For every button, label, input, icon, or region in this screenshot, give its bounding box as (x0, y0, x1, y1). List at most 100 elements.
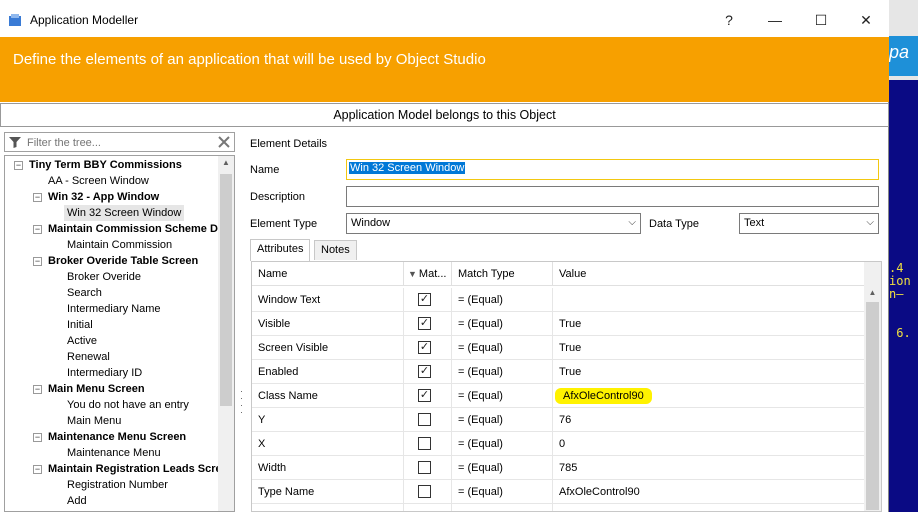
data-type-dropdown[interactable]: Text ⌵ (739, 213, 879, 234)
tree-leaf[interactable]: Add (67, 493, 87, 509)
match-type-cell[interactable]: = (Equal) (452, 480, 553, 504)
attribute-row[interactable]: X = (Equal) 0 (252, 432, 865, 456)
attribute-row[interactable]: Visible ✓ = (Equal) True (252, 312, 865, 336)
tree-collapse-icon[interactable]: − (33, 225, 42, 234)
scroll-up-icon[interactable]: ▲ (218, 158, 234, 172)
attribute-value[interactable] (553, 288, 865, 312)
tree-leaf[interactable]: You do not have an entry (67, 397, 189, 413)
column-header-match[interactable]: ▼ Mat... (404, 262, 452, 286)
attribute-value[interactable] (553, 504, 865, 511)
tree-node[interactable]: Tiny Term BBY Commissions (29, 157, 182, 173)
match-cell (404, 408, 452, 432)
tree-scrollbar[interactable]: ▲ (218, 156, 234, 511)
match-checkbox[interactable]: ✓ (418, 341, 431, 354)
tree-collapse-icon[interactable]: − (33, 433, 42, 442)
description-field[interactable] (346, 186, 879, 207)
tree-leaf[interactable]: Renewal (67, 349, 110, 365)
attribute-row[interactable]: Width = (Equal) 785 (252, 456, 865, 480)
match-type-cell[interactable] (452, 504, 553, 511)
tree-collapse-icon[interactable]: − (14, 161, 23, 170)
attribute-value[interactable]: True (553, 312, 865, 336)
match-type-cell[interactable]: = (Equal) (452, 432, 553, 456)
attribute-row[interactable]: Type Name = (Equal) AfxOleControl90 (252, 480, 865, 504)
tree-collapse-icon[interactable]: − (33, 465, 42, 474)
tree-collapse-icon[interactable]: − (33, 193, 42, 202)
tree-collapse-icon[interactable]: − (33, 257, 42, 266)
match-cell: ✓ (404, 360, 452, 384)
help-button[interactable]: ? (706, 6, 752, 34)
tree-node[interactable]: Main Menu Screen (48, 381, 145, 397)
grid-scrollbar[interactable]: ▲ (864, 262, 881, 511)
tab-notes[interactable]: Notes (314, 240, 357, 260)
match-checkbox[interactable] (418, 437, 431, 450)
tree-node[interactable]: Maintain Commission Scheme Da (48, 221, 224, 237)
tree-leaf[interactable]: AA - Screen Window (48, 173, 149, 189)
tree-leaf[interactable]: Win 32 Screen Window (64, 205, 185, 221)
tree-leaf[interactable]: Initial (67, 317, 93, 333)
name-label: Name (250, 164, 280, 176)
name-field[interactable]: Win 32 Screen Window (346, 159, 879, 180)
attribute-row[interactable]: Screen Visible ✓ = (Equal) True (252, 336, 865, 360)
match-checkbox[interactable]: ✓ (418, 293, 431, 306)
column-header-match-type[interactable]: Match Type (452, 262, 553, 286)
attribute-value[interactable]: 785 (553, 456, 865, 480)
panel-splitter[interactable]: · · · · (240, 387, 244, 418)
match-checkbox[interactable] (418, 461, 431, 474)
attribute-value[interactable]: True (553, 336, 865, 360)
tab-attributes[interactable]: Attributes (250, 239, 311, 261)
clear-filter-icon[interactable] (216, 134, 232, 150)
sort-filter-icon: ▼ (408, 269, 417, 279)
column-header-value[interactable]: Value (553, 262, 865, 286)
tree-leaf[interactable]: Intermediary ID (67, 365, 142, 381)
tree-leaf[interactable]: Maintain Commission (67, 237, 172, 253)
attribute-row[interactable]: Enabled ✓ = (Equal) True (252, 360, 865, 384)
attribute-name: Visible (252, 312, 404, 336)
match-type-cell[interactable]: = (Equal) (452, 384, 553, 408)
tree-leaf[interactable]: Search (67, 285, 102, 301)
attribute-row[interactable] (252, 504, 865, 511)
scroll-up-icon[interactable]: ▲ (864, 288, 881, 300)
tree-leaf[interactable]: Main Menu (67, 413, 121, 429)
match-checkbox[interactable] (418, 485, 431, 498)
match-type-cell[interactable]: = (Equal) (452, 288, 553, 312)
attribute-value[interactable]: AfxOleControl90 (553, 384, 865, 408)
match-type-cell[interactable]: = (Equal) (452, 360, 553, 384)
match-type-cell[interactable]: = (Equal) (452, 408, 553, 432)
element-type-dropdown[interactable]: Window ⌵ (346, 213, 641, 234)
minimize-button[interactable]: — (752, 6, 798, 34)
belongs-to-object-button[interactable]: Application Model belongs to this Object (0, 103, 889, 127)
attribute-row[interactable]: Window Text ✓ = (Equal) (252, 288, 865, 312)
tree-node[interactable]: Maintenance Menu Screen (48, 429, 186, 445)
application-modeller-window: Application Modeller ? — ☐ ✕ Define the … (0, 0, 889, 512)
tree-leaf[interactable]: Active (67, 333, 97, 349)
attribute-value[interactable]: AfxOleControl90 (553, 480, 865, 504)
match-checkbox[interactable]: ✓ (418, 317, 431, 330)
tree-leaf[interactable]: Intermediary Name (67, 301, 161, 317)
tree-scroll-thumb[interactable] (220, 174, 232, 406)
column-header-name[interactable]: Name (252, 262, 404, 286)
match-checkbox[interactable] (418, 413, 431, 426)
match-cell (404, 456, 452, 480)
match-type-cell[interactable]: = (Equal) (452, 336, 553, 360)
attribute-value[interactable]: True (553, 360, 865, 384)
attribute-row[interactable]: Y = (Equal) 76 (252, 408, 865, 432)
match-checkbox[interactable]: ✓ (418, 365, 431, 378)
match-type-cell[interactable]: = (Equal) (452, 312, 553, 336)
tree-leaf[interactable]: Maintenance Menu (67, 445, 161, 461)
tree-collapse-icon[interactable]: − (33, 385, 42, 394)
tree-leaf[interactable]: Broker Overide (67, 269, 141, 285)
attribute-value[interactable]: 76 (553, 408, 865, 432)
tree-node[interactable]: Broker Overide Table Screen (48, 253, 198, 269)
tree-node[interactable]: Maintain Registration Leads Scre (48, 461, 222, 477)
tree-node[interactable]: Win 32 - App Window (48, 189, 159, 205)
close-button[interactable]: ✕ (843, 6, 889, 34)
tree-filter-input[interactable] (27, 135, 217, 150)
grid-scroll-thumb[interactable] (866, 302, 879, 510)
attribute-value[interactable]: 0 (553, 432, 865, 456)
maximize-button[interactable]: ☐ (798, 6, 844, 34)
tree-leaf[interactable]: Registration Number (67, 477, 168, 493)
attribute-row[interactable]: Class Name ✓ = (Equal) AfxOleControl90 (252, 384, 865, 408)
match-type-cell[interactable]: = (Equal) (452, 456, 553, 480)
data-type-label: Data Type (649, 218, 699, 230)
match-checkbox[interactable]: ✓ (418, 389, 431, 402)
